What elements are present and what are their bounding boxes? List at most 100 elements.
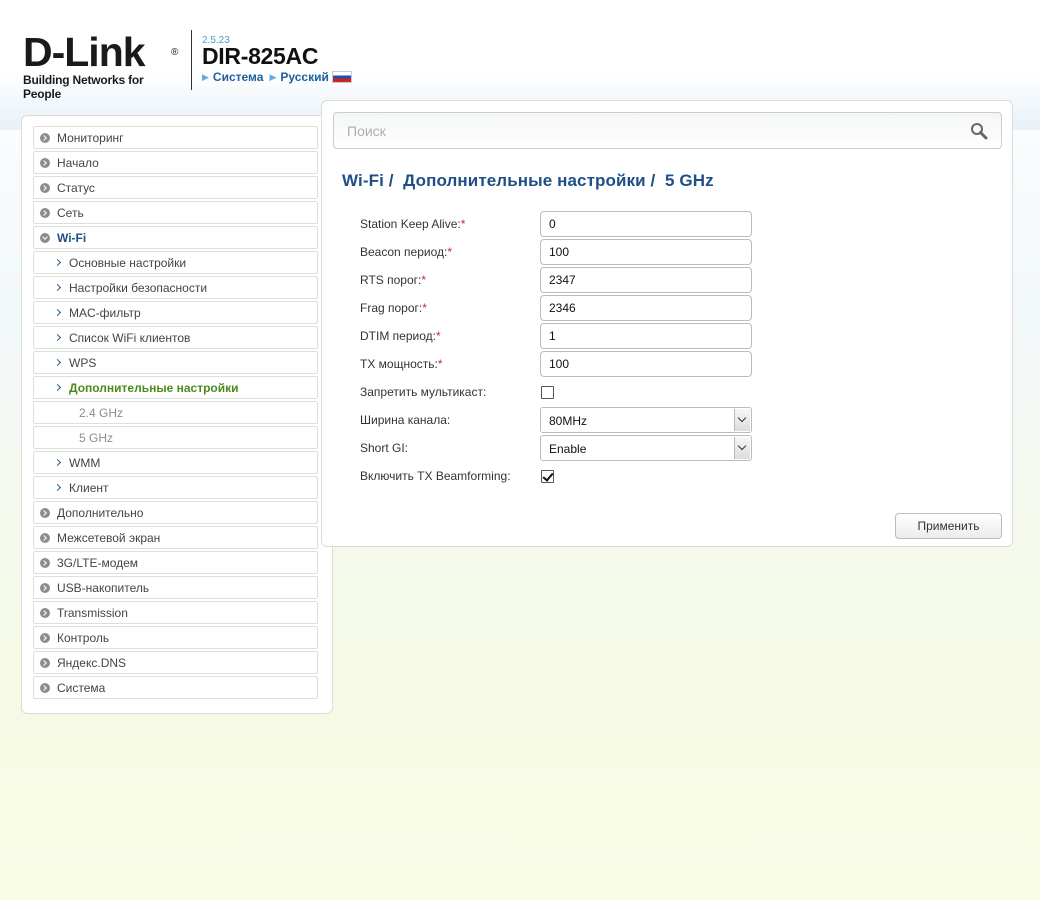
sidebar-item-label: 3G/LTE-модем <box>57 555 139 570</box>
field-label: Beacon период: <box>360 245 448 259</box>
sidebar-item[interactable]: Дополнительные настройки <box>33 376 318 399</box>
chevron-right-icon <box>53 333 62 342</box>
disable-multicast-checkbox[interactable] <box>541 386 554 399</box>
sidebar-item-label: USB-накопитель <box>57 580 150 595</box>
sidebar-item[interactable]: Яндекс.DNS <box>33 651 318 674</box>
field-label: Включить TX Beamforming: <box>360 469 511 483</box>
tx-power-row: TX мощность:* <box>360 351 760 377</box>
sidebar-item[interactable]: Статус <box>33 176 318 199</box>
sidebar-item-label: WPS <box>69 355 97 370</box>
language-link[interactable]: Русский <box>280 70 329 84</box>
chevron-right-icon <box>40 557 50 568</box>
triangle-right-icon: ▶ <box>202 71 209 82</box>
sidebar-item-label: Клиент <box>69 480 109 495</box>
sidebar-item[interactable]: Wi-Fi <box>33 226 318 249</box>
required-mark: * <box>460 217 466 231</box>
search-input[interactable] <box>334 113 954 148</box>
sidebar-item-label: WMM <box>69 455 101 470</box>
tx-power-input[interactable] <box>540 351 752 377</box>
sidebar-item[interactable]: Контроль <box>33 626 318 649</box>
sidebar-item[interactable]: Список WiFi клиентов <box>33 326 318 349</box>
russia-flag-icon[interactable] <box>331 71 352 83</box>
device-model: DIR-825AC <box>202 43 319 69</box>
field-label: Ширина канала: <box>360 413 451 427</box>
sidebar-item[interactable]: Система <box>33 676 318 699</box>
beacon-period-row: Beacon период:* <box>360 239 760 265</box>
dlink-logo[interactable]: D-Link ® Building Networks for People <box>23 32 183 102</box>
field-label: Short GI: <box>360 441 409 455</box>
sidebar-item[interactable]: MAC-фильтр <box>33 301 318 324</box>
chevron-right-icon <box>40 507 50 518</box>
chevron-right-icon <box>40 657 50 668</box>
chevron-right-icon <box>40 607 50 618</box>
beacon-period-input[interactable] <box>540 239 752 265</box>
chevron-down-icon[interactable] <box>734 437 750 459</box>
chevron-right-icon <box>40 682 50 693</box>
triangle-right-icon: ▶ <box>269 71 277 82</box>
page-title: Wi-Fi / Дополнительные настройки / 5 GHz <box>342 171 714 190</box>
field-label: DTIM период: <box>360 329 436 343</box>
short-gi-select[interactable]: Enable <box>540 435 752 461</box>
channel-width-select[interactable]: 80MHz <box>540 407 752 433</box>
logo-tagline: Building Networks for People <box>23 73 144 101</box>
tx-beamforming-row: Включить TX Beamforming: <box>360 463 760 489</box>
sidebar-item[interactable]: Мониторинг <box>33 126 318 149</box>
content-panel: Wi-Fi / Дополнительные настройки / 5 GHz… <box>321 100 1013 547</box>
header-links: ▶ Система ▶ Русский <box>202 70 352 84</box>
chevron-right-icon <box>40 532 50 543</box>
sidebar-item[interactable]: Дополнительно <box>33 501 318 524</box>
chevron-right-icon <box>40 632 50 643</box>
sidebar-item[interactable]: Настройки безопасности <box>33 276 318 299</box>
sidebar-menu: Мониторинг Начало Статус Сеть Wi-Fi Основные … <box>33 126 318 701</box>
required-mark: * <box>437 357 443 371</box>
dtim-period-row: DTIM период:* <box>360 323 760 349</box>
chevron-right-icon <box>40 582 50 593</box>
chevron-right-icon <box>53 283 62 292</box>
search-icon[interactable] <box>969 121 989 141</box>
sidebar-item[interactable]: Начало <box>33 151 318 174</box>
sidebar-item[interactable]: Клиент <box>33 476 318 499</box>
sidebar-item-label: Мониторинг <box>57 130 124 145</box>
sidebar-item-label: Основные настройки <box>69 255 187 270</box>
search-box <box>333 112 1002 149</box>
apply-button[interactable]: Применить <box>895 513 1002 539</box>
sidebar-item[interactable]: Сеть <box>33 201 318 224</box>
sidebar-item-label: Список WiFi клиентов <box>69 330 191 345</box>
sidebar-item[interactable]: USB-накопитель <box>33 576 318 599</box>
disable-multicast-row: Запретить мультикаст: <box>360 379 760 405</box>
sidebar-item-label: Wi-Fi <box>57 230 87 245</box>
sidebar-item[interactable]: 2.4 GHz <box>33 401 318 424</box>
sidebar-item[interactable]: 3G/LTE-модем <box>33 551 318 574</box>
required-mark: * <box>422 301 427 315</box>
sidebar-item-label: 2.4 GHz <box>79 405 124 420</box>
registered-mark: ® <box>171 47 178 58</box>
select-value: 80MHz <box>549 414 588 428</box>
rts-threshold-input[interactable] <box>540 267 752 293</box>
required-mark: * <box>447 245 452 259</box>
sidebar: Мониторинг Начало Статус Сеть Wi-Fi Основные … <box>21 115 333 714</box>
chevron-right-icon <box>53 483 62 492</box>
chevron-down-icon[interactable] <box>734 409 750 431</box>
sidebar-item[interactable]: WPS <box>33 351 318 374</box>
sidebar-item[interactable]: Межсетевой экран <box>33 526 318 549</box>
station-keep-alive-row: Station Keep Alive:* <box>360 211 760 237</box>
sidebar-item[interactable]: Основные настройки <box>33 251 318 274</box>
header-divider <box>191 30 192 90</box>
sidebar-item[interactable]: 5 GHz <box>33 426 318 449</box>
logo-wordmark: D-Link <box>23 29 146 75</box>
chevron-right-icon <box>53 358 62 367</box>
tx-beamforming-checkbox[interactable] <box>541 470 554 483</box>
chevron-right-icon <box>40 157 50 168</box>
short-gi-row: Short GI: Enable <box>360 435 760 461</box>
system-link[interactable]: Система <box>213 70 264 84</box>
chevron-right-icon <box>40 182 50 193</box>
frag-threshold-row: Frag порог:* <box>360 295 760 321</box>
chevron-down-icon <box>40 232 50 243</box>
sidebar-item[interactable]: WMM <box>33 451 318 474</box>
station-keep-alive-input[interactable] <box>540 211 752 237</box>
frag-threshold-input[interactable] <box>540 295 752 321</box>
sidebar-item[interactable]: Transmission <box>33 601 318 624</box>
chevron-right-icon <box>53 258 62 267</box>
field-label: Station Keep Alive: <box>360 217 461 231</box>
dtim-period-input[interactable] <box>540 323 752 349</box>
